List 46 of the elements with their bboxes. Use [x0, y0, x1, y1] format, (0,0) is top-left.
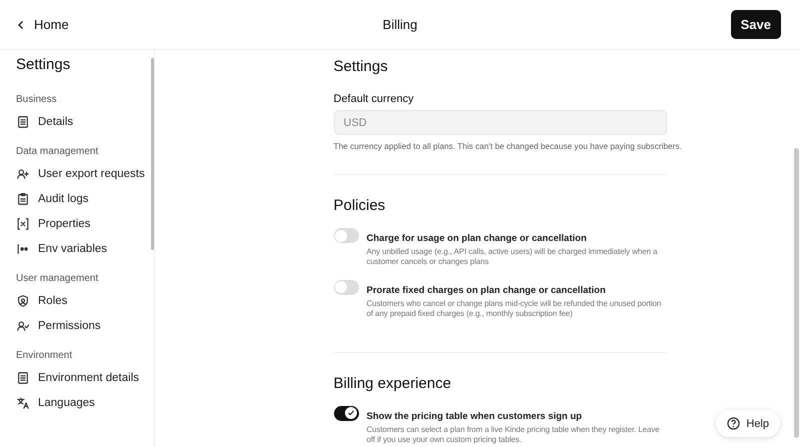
- variable-icon: [16, 217, 30, 231]
- section-heading: Data management: [16, 146, 98, 157]
- shield-icon: [16, 294, 30, 308]
- sidebar-item[interactable]: Properties: [16, 215, 90, 233]
- section-title: Policies: [334, 197, 386, 214]
- toggle-label: Show the pricing table when customers sign up: [366, 410, 582, 422]
- section-title: Billing experience: [334, 374, 452, 392]
- sidebar-item[interactable]: Languages: [16, 394, 95, 412]
- sidebar-item[interactable]: Details: [16, 113, 74, 131]
- section-heading: Environment: [16, 350, 72, 361]
- toggle-switch[interactable]: [334, 228, 358, 243]
- field-hint: The currency applied to all plans. This can't be changed because you have paying subscribers.: [334, 141, 682, 151]
- toggle-description: Customers can select a plan from a live Kinde pricing table when they register. Leave off if you use your own custom pricing tables.: [366, 424, 660, 446]
- toggle-description: Any unbilled usage (e.g., API calls, active users) will be charged immediately when a customer cancels or changes plans: [366, 247, 658, 268]
- help-icon: [727, 417, 740, 430]
- toggle-switch[interactable]: [334, 406, 358, 421]
- check-icon: [347, 409, 355, 418]
- sidebar-item[interactable]: Audit logs: [16, 190, 89, 208]
- scrollbar-thumb[interactable]: [151, 58, 154, 250]
- section-title: Settings: [334, 58, 388, 75]
- toggle-description: Customers who cancel or change plans mid-cycle will be refunded the unused portion of any prepaid fixed charges (e.g., monthly subscription fee): [366, 298, 662, 320]
- clipboard-icon: [16, 192, 30, 206]
- sidebar-item[interactable]: User export requests: [16, 165, 145, 183]
- save-button[interactable]: Save: [730, 10, 781, 39]
- page-title: Billing: [382, 17, 418, 32]
- document-icon: [16, 371, 30, 385]
- toggle-label: Prorate fixed charges on plan change or cancellation: [366, 284, 606, 296]
- user-plus-icon: [16, 167, 30, 181]
- sidebar-item[interactable]: Environment details: [16, 369, 139, 387]
- sidebar-item[interactable]: Roles: [16, 292, 68, 310]
- section-heading: Business: [16, 94, 57, 105]
- chevron-left-icon: [16, 20, 26, 30]
- user-check-icon: [16, 319, 30, 333]
- help-button[interactable]: Help: [716, 410, 780, 437]
- toggle-switch[interactable]: [334, 280, 358, 295]
- section-heading: User management: [16, 273, 98, 284]
- translate-icon: [16, 396, 30, 410]
- toggle-label: Charge for usage on plan change or cancellation: [366, 233, 587, 244]
- sidebar-item[interactable]: Env variables: [16, 240, 108, 258]
- sidebar-item[interactable]: Permissions: [16, 317, 101, 335]
- field-label: Default currency: [334, 93, 414, 105]
- dots-icon: [16, 242, 30, 256]
- back-link[interactable]: Home: [14, 15, 71, 34]
- scrollbar-thumb[interactable]: [794, 148, 799, 438]
- document-icon: [16, 115, 30, 129]
- sidebar-title: Settings: [16, 56, 70, 73]
